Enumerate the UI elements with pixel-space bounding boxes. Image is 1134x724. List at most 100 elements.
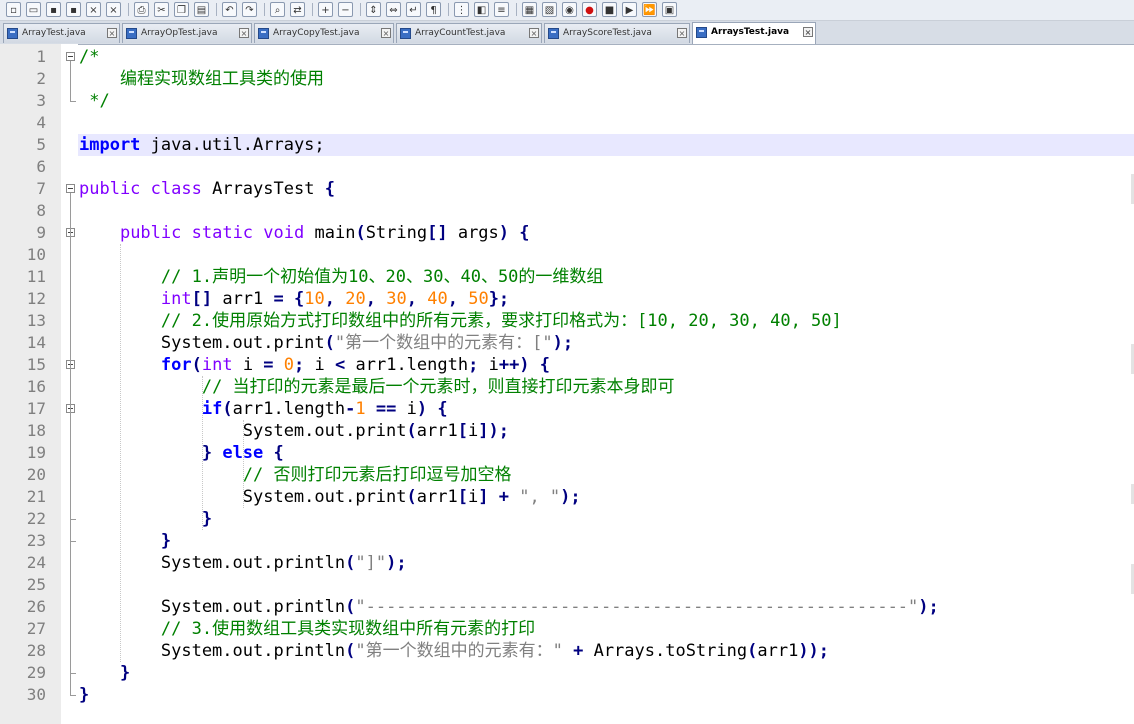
line-number: 14 bbox=[26, 333, 46, 352]
doc-map-icon[interactable]: ▧ bbox=[542, 2, 557, 17]
code-token: ++) bbox=[498, 355, 530, 375]
code-token: ( bbox=[222, 399, 233, 419]
zoom-in-icon[interactable]: + bbox=[318, 2, 333, 17]
open-file-icon[interactable]: ▭ bbox=[26, 2, 41, 17]
code-editor[interactable]: 1 2 3 4 5 6 7 8 9 10 11 12 13 14 15 16 17 18 19 20 21 22 23 24 2… bbox=[0, 44, 1134, 724]
code-line: } bbox=[79, 684, 89, 706]
tab-arraytest[interactable]: ArrayTest.java × bbox=[3, 23, 120, 43]
code-token: i bbox=[467, 487, 479, 507]
code-token: }; bbox=[488, 289, 510, 309]
code-token: 50 bbox=[468, 289, 489, 309]
code-token: 编程实现数组工具类的使用 bbox=[79, 69, 324, 89]
code-line: System.out.print(arr1[i]); bbox=[79, 420, 509, 442]
udl-icon[interactable]: ◧ bbox=[474, 2, 489, 17]
code-token: 1 bbox=[355, 399, 366, 419]
code-token: [ bbox=[457, 487, 468, 507]
toolbar-separator bbox=[312, 3, 313, 16]
code-token: i bbox=[396, 399, 417, 419]
code-token: )); bbox=[798, 641, 830, 661]
file-icon bbox=[7, 28, 18, 39]
indent-guide-icon[interactable]: ⋮ bbox=[454, 2, 469, 17]
show-all-chars-icon[interactable]: ¶ bbox=[426, 2, 441, 17]
undo-icon[interactable]: ↶ bbox=[222, 2, 237, 17]
code-token: , bbox=[365, 289, 376, 309]
copy-icon[interactable]: ❐ bbox=[174, 2, 189, 17]
save-all-icon[interactable]: ▪ bbox=[66, 2, 81, 17]
new-file-icon[interactable]: ▫ bbox=[6, 2, 21, 17]
code-token: "第一个数组中的元素有：[" bbox=[334, 333, 553, 353]
tab-close-icon[interactable]: × bbox=[529, 28, 539, 38]
stop-record-icon[interactable]: ■ bbox=[602, 2, 617, 17]
tab-arrayoptest[interactable]: ArrayOpTest.java × bbox=[122, 23, 252, 43]
code-line: public static void main(String[] args) { bbox=[79, 222, 530, 244]
close-all-icon[interactable]: × bbox=[106, 2, 121, 17]
fold-toggle-icon[interactable] bbox=[66, 52, 75, 61]
tab-close-icon[interactable]: × bbox=[677, 28, 687, 38]
code-token: } bbox=[160, 531, 172, 551]
play-macro-icon[interactable]: ▶ bbox=[622, 2, 637, 17]
code-token: , bbox=[324, 289, 335, 309]
code-token: { bbox=[519, 223, 530, 243]
record-macro-icon[interactable]: ● bbox=[582, 2, 597, 17]
code-token: ( bbox=[191, 355, 202, 375]
fold-toggle-icon[interactable] bbox=[66, 184, 75, 193]
code-token: arr1 bbox=[212, 289, 274, 309]
line-number: 7 bbox=[36, 179, 46, 198]
line-number: 13 bbox=[26, 311, 46, 330]
code-token: ); bbox=[560, 487, 581, 507]
monitor-icon[interactable]: ◉ bbox=[562, 2, 577, 17]
code-token: Arrays.toString bbox=[583, 641, 748, 661]
indent-guide bbox=[242, 420, 244, 508]
sync-scroll-h-icon[interactable]: ⇔ bbox=[386, 2, 401, 17]
print-icon[interactable]: ⎙ bbox=[134, 2, 149, 17]
close-icon[interactable]: × bbox=[86, 2, 101, 17]
tab-close-icon[interactable]: × bbox=[381, 28, 391, 38]
code-token: arr1 bbox=[416, 487, 458, 507]
code-token: // 2.使用原始方式打印数组中的所有元素，要求打印格式为：[10, 20, 3… bbox=[160, 311, 842, 331]
tab-arrayscoretest[interactable]: ArrayScoreTest.java × bbox=[544, 23, 690, 43]
save-macro-icon[interactable]: ▣ bbox=[662, 2, 677, 17]
word-wrap-icon[interactable]: ↵ bbox=[406, 2, 421, 17]
tab-arraycounttest[interactable]: ArrayCountTest.java × bbox=[396, 23, 542, 43]
toolbar-separator bbox=[264, 3, 265, 16]
zoom-out-icon[interactable]: − bbox=[338, 2, 353, 17]
code-line: if(arr1.length-1 == i) { bbox=[79, 398, 448, 420]
line-number: 3 bbox=[36, 91, 46, 110]
code-token: i bbox=[232, 355, 264, 375]
save-icon[interactable]: ▪ bbox=[46, 2, 61, 17]
tab-close-icon[interactable]: × bbox=[239, 28, 249, 38]
code-token: [] bbox=[427, 223, 448, 243]
code-token: args bbox=[447, 223, 499, 243]
run-macro-icon[interactable]: ⏩ bbox=[642, 2, 657, 17]
cut-icon[interactable]: ✂ bbox=[154, 2, 169, 17]
tab-close-icon[interactable]: × bbox=[107, 28, 117, 38]
find-icon[interactable]: ⌕ bbox=[270, 2, 285, 17]
code-token: ( bbox=[406, 487, 417, 507]
code-token: ); bbox=[552, 333, 574, 353]
paste-icon[interactable]: ▤ bbox=[194, 2, 209, 17]
line-number: 10 bbox=[26, 245, 46, 264]
code-token: } bbox=[201, 443, 213, 463]
sync-scroll-v-icon[interactable]: ⇕ bbox=[366, 2, 381, 17]
code-token: System.out.println bbox=[79, 553, 346, 573]
code-token: class bbox=[150, 179, 202, 199]
code-token: 30 bbox=[386, 289, 407, 309]
folder-workspace-icon[interactable]: ▦ bbox=[522, 2, 537, 17]
replace-icon[interactable]: ⇄ bbox=[290, 2, 305, 17]
redo-icon[interactable]: ↷ bbox=[242, 2, 257, 17]
code-token: = bbox=[273, 289, 284, 309]
code-token: arr1 bbox=[416, 421, 458, 441]
function-list-icon[interactable]: ≡ bbox=[494, 2, 509, 17]
code-token: ", " bbox=[519, 487, 561, 507]
tab-arraystest[interactable]: ArraysTest.java × bbox=[692, 22, 816, 44]
tab-close-icon[interactable]: × bbox=[803, 27, 813, 37]
tab-label: ArrayCountTest.java bbox=[415, 28, 506, 38]
code-line: System.out.println("]"); bbox=[79, 552, 407, 574]
tab-arraycopytest[interactable]: ArrayCopyTest.java × bbox=[254, 23, 394, 43]
code-token: // 3.使用数组工具类实现数组中所有元素的打印 bbox=[160, 619, 536, 639]
